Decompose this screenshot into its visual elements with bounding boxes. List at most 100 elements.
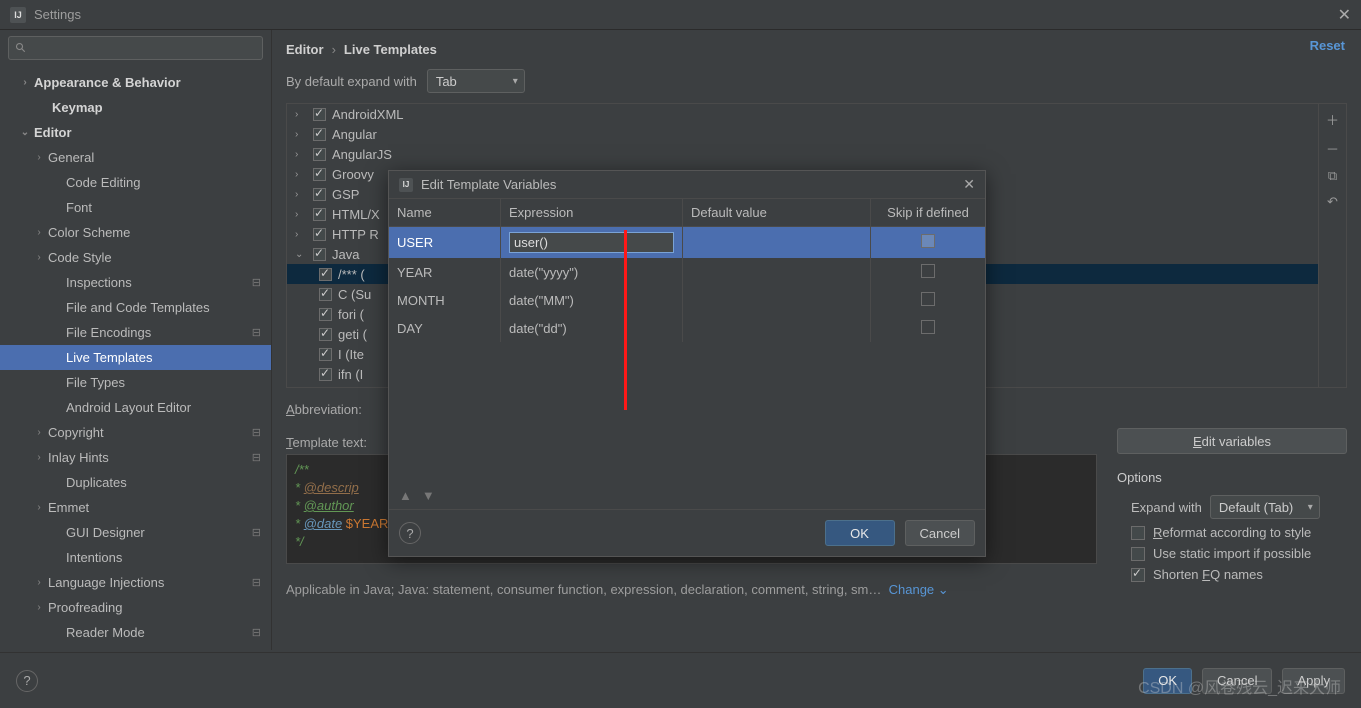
sidebar-item-keymap[interactable]: Keymap: [0, 95, 271, 120]
close-icon[interactable]: ✕: [1338, 5, 1351, 25]
dialog-close-icon[interactable]: ✕: [963, 176, 975, 193]
checkbox[interactable]: [313, 148, 326, 161]
checkbox[interactable]: [313, 188, 326, 201]
shorten-fq-checkbox[interactable]: [1131, 568, 1145, 582]
reformat-checkbox[interactable]: [1131, 526, 1145, 540]
sidebar-item-reader-mode[interactable]: Reader Mode⊟: [0, 620, 271, 645]
change-link[interactable]: Change ⌄: [889, 582, 949, 597]
sidebar-item-inlay-hints[interactable]: ›Inlay Hints⊟: [0, 445, 271, 470]
sidebar-item-intentions[interactable]: Intentions: [0, 545, 271, 570]
chevron-right-icon: ›: [332, 42, 336, 57]
search-input[interactable]: [8, 36, 263, 60]
expand-combo[interactable]: Tab: [427, 69, 525, 93]
list-toolbar: ＋ － ⧉ ↶: [1318, 104, 1346, 387]
sidebar-item-android-layout-editor[interactable]: Android Layout Editor: [0, 395, 271, 420]
static-import-checkbox[interactable]: [1131, 547, 1145, 561]
skip-checkbox[interactable]: [921, 292, 935, 306]
variable-row-year[interactable]: YEARdate("yyyy"): [389, 258, 985, 286]
apply-button[interactable]: Apply: [1282, 668, 1345, 694]
col-skip[interactable]: Skip if defined: [871, 199, 985, 227]
dialog-title: Edit Template Variables: [421, 177, 556, 192]
dialog-cancel-button[interactable]: Cancel: [905, 520, 975, 546]
settings-tree: ›Appearance & BehaviorKeymap⌄Editor›Gene…: [0, 66, 271, 650]
sidebar-item-code-style[interactable]: ›Code Style: [0, 245, 271, 270]
applicable-text: Applicable in Java; Java: statement, con…: [286, 582, 1097, 598]
move-up-icon[interactable]: ▲: [399, 488, 412, 503]
checkbox[interactable]: [313, 208, 326, 221]
edit-template-variables-dialog: IJ Edit Template Variables ✕ Name Expres…: [388, 170, 986, 557]
sidebar: ›Appearance & BehaviorKeymap⌄Editor›Gene…: [0, 30, 272, 650]
sidebar-item-file-encodings[interactable]: File Encodings⊟: [0, 320, 271, 345]
dialog-ok-button[interactable]: OK: [825, 520, 895, 546]
sidebar-item-copyright[interactable]: ›Copyright⊟: [0, 420, 271, 445]
sidebar-item-general[interactable]: ›General: [0, 145, 271, 170]
breadcrumb-editor[interactable]: Editor: [286, 42, 324, 57]
sidebar-item-gui-designer[interactable]: GUI Designer⊟: [0, 520, 271, 545]
template-angular[interactable]: ›Angular: [287, 124, 1318, 144]
app-icon: IJ: [10, 7, 26, 23]
undo-icon[interactable]: ↶: [1327, 194, 1338, 210]
edit-variables-button[interactable]: Edit variables: [1117, 428, 1347, 454]
titlebar: IJ Settings ✕: [0, 0, 1361, 30]
checkbox[interactable]: [313, 248, 326, 261]
expand-label: By default expand with: [286, 74, 417, 89]
sidebar-item-live-templates[interactable]: Live Templates: [0, 345, 271, 370]
checkbox[interactable]: [313, 228, 326, 241]
static-import-label: Use static import if possible: [1153, 546, 1311, 561]
checkbox[interactable]: [319, 288, 332, 301]
skip-checkbox[interactable]: [921, 264, 935, 278]
add-icon[interactable]: ＋: [1326, 110, 1339, 129]
variable-row-user[interactable]: USERuser(): [389, 227, 985, 258]
sidebar-item-language-injections[interactable]: ›Language Injections⊟: [0, 570, 271, 595]
variable-row-day[interactable]: DAYdate("dd"): [389, 314, 985, 342]
window-title: Settings: [34, 7, 81, 22]
template-angularjs[interactable]: ›AngularJS: [287, 144, 1318, 164]
shorten-fq-label: Shorten FQ names: [1153, 567, 1263, 582]
copy-icon[interactable]: ⧉: [1328, 168, 1337, 184]
sidebar-item-proofreading[interactable]: ›Proofreading: [0, 595, 271, 620]
sidebar-item-emmet[interactable]: ›Emmet: [0, 495, 271, 520]
sidebar-item-appearance-behavior[interactable]: ›Appearance & Behavior: [0, 70, 271, 95]
cancel-button[interactable]: Cancel: [1202, 668, 1272, 694]
annotation-line: [624, 230, 627, 410]
variable-row-month[interactable]: MONTHdate("MM"): [389, 286, 985, 314]
ok-button[interactable]: OK: [1143, 668, 1192, 694]
skip-checkbox[interactable]: [921, 234, 935, 248]
sidebar-item-inspections[interactable]: Inspections⊟: [0, 270, 271, 295]
expand-with-row: Expand with Default (Tab): [1131, 495, 1347, 519]
dialog-help-icon[interactable]: ?: [399, 522, 421, 544]
reset-link[interactable]: Reset: [1310, 38, 1345, 53]
breadcrumb-live-templates: Live Templates: [344, 42, 437, 57]
checkbox[interactable]: [313, 168, 326, 181]
checkbox[interactable]: [313, 128, 326, 141]
col-name[interactable]: Name: [389, 199, 501, 227]
breadcrumb: Editor › Live Templates: [286, 42, 1347, 57]
col-expression[interactable]: Expression: [501, 199, 683, 227]
sidebar-item-file-types[interactable]: File Types: [0, 370, 271, 395]
sidebar-item-color-scheme[interactable]: ›Color Scheme: [0, 220, 271, 245]
remove-icon[interactable]: －: [1326, 139, 1339, 158]
sidebar-item-code-editing[interactable]: Code Editing: [0, 170, 271, 195]
col-default[interactable]: Default value: [683, 199, 871, 227]
checkbox[interactable]: [319, 368, 332, 381]
expand-with-combo[interactable]: Default (Tab): [1210, 495, 1320, 519]
checkbox[interactable]: [313, 108, 326, 121]
move-down-icon[interactable]: ▼: [422, 488, 435, 503]
options-title: Options: [1117, 470, 1347, 485]
help-icon[interactable]: ?: [16, 670, 38, 692]
checkbox[interactable]: [319, 308, 332, 321]
checkbox[interactable]: [319, 348, 332, 361]
checkbox[interactable]: [319, 268, 332, 281]
reformat-label: Reformat according to style: [1153, 525, 1311, 540]
sidebar-item-editor[interactable]: ⌄Editor: [0, 120, 271, 145]
footer: ? OK Cancel Apply: [0, 652, 1361, 708]
search-icon: [15, 42, 27, 54]
variables-table: Name Expression Default value Skip if de…: [389, 199, 985, 342]
sidebar-item-file-and-code-templates[interactable]: File and Code Templates: [0, 295, 271, 320]
app-icon: IJ: [399, 178, 413, 192]
sidebar-item-font[interactable]: Font: [0, 195, 271, 220]
sidebar-item-duplicates[interactable]: Duplicates: [0, 470, 271, 495]
template-androidxml[interactable]: ›AndroidXML: [287, 104, 1318, 124]
skip-checkbox[interactable]: [921, 320, 935, 334]
checkbox[interactable]: [319, 328, 332, 341]
